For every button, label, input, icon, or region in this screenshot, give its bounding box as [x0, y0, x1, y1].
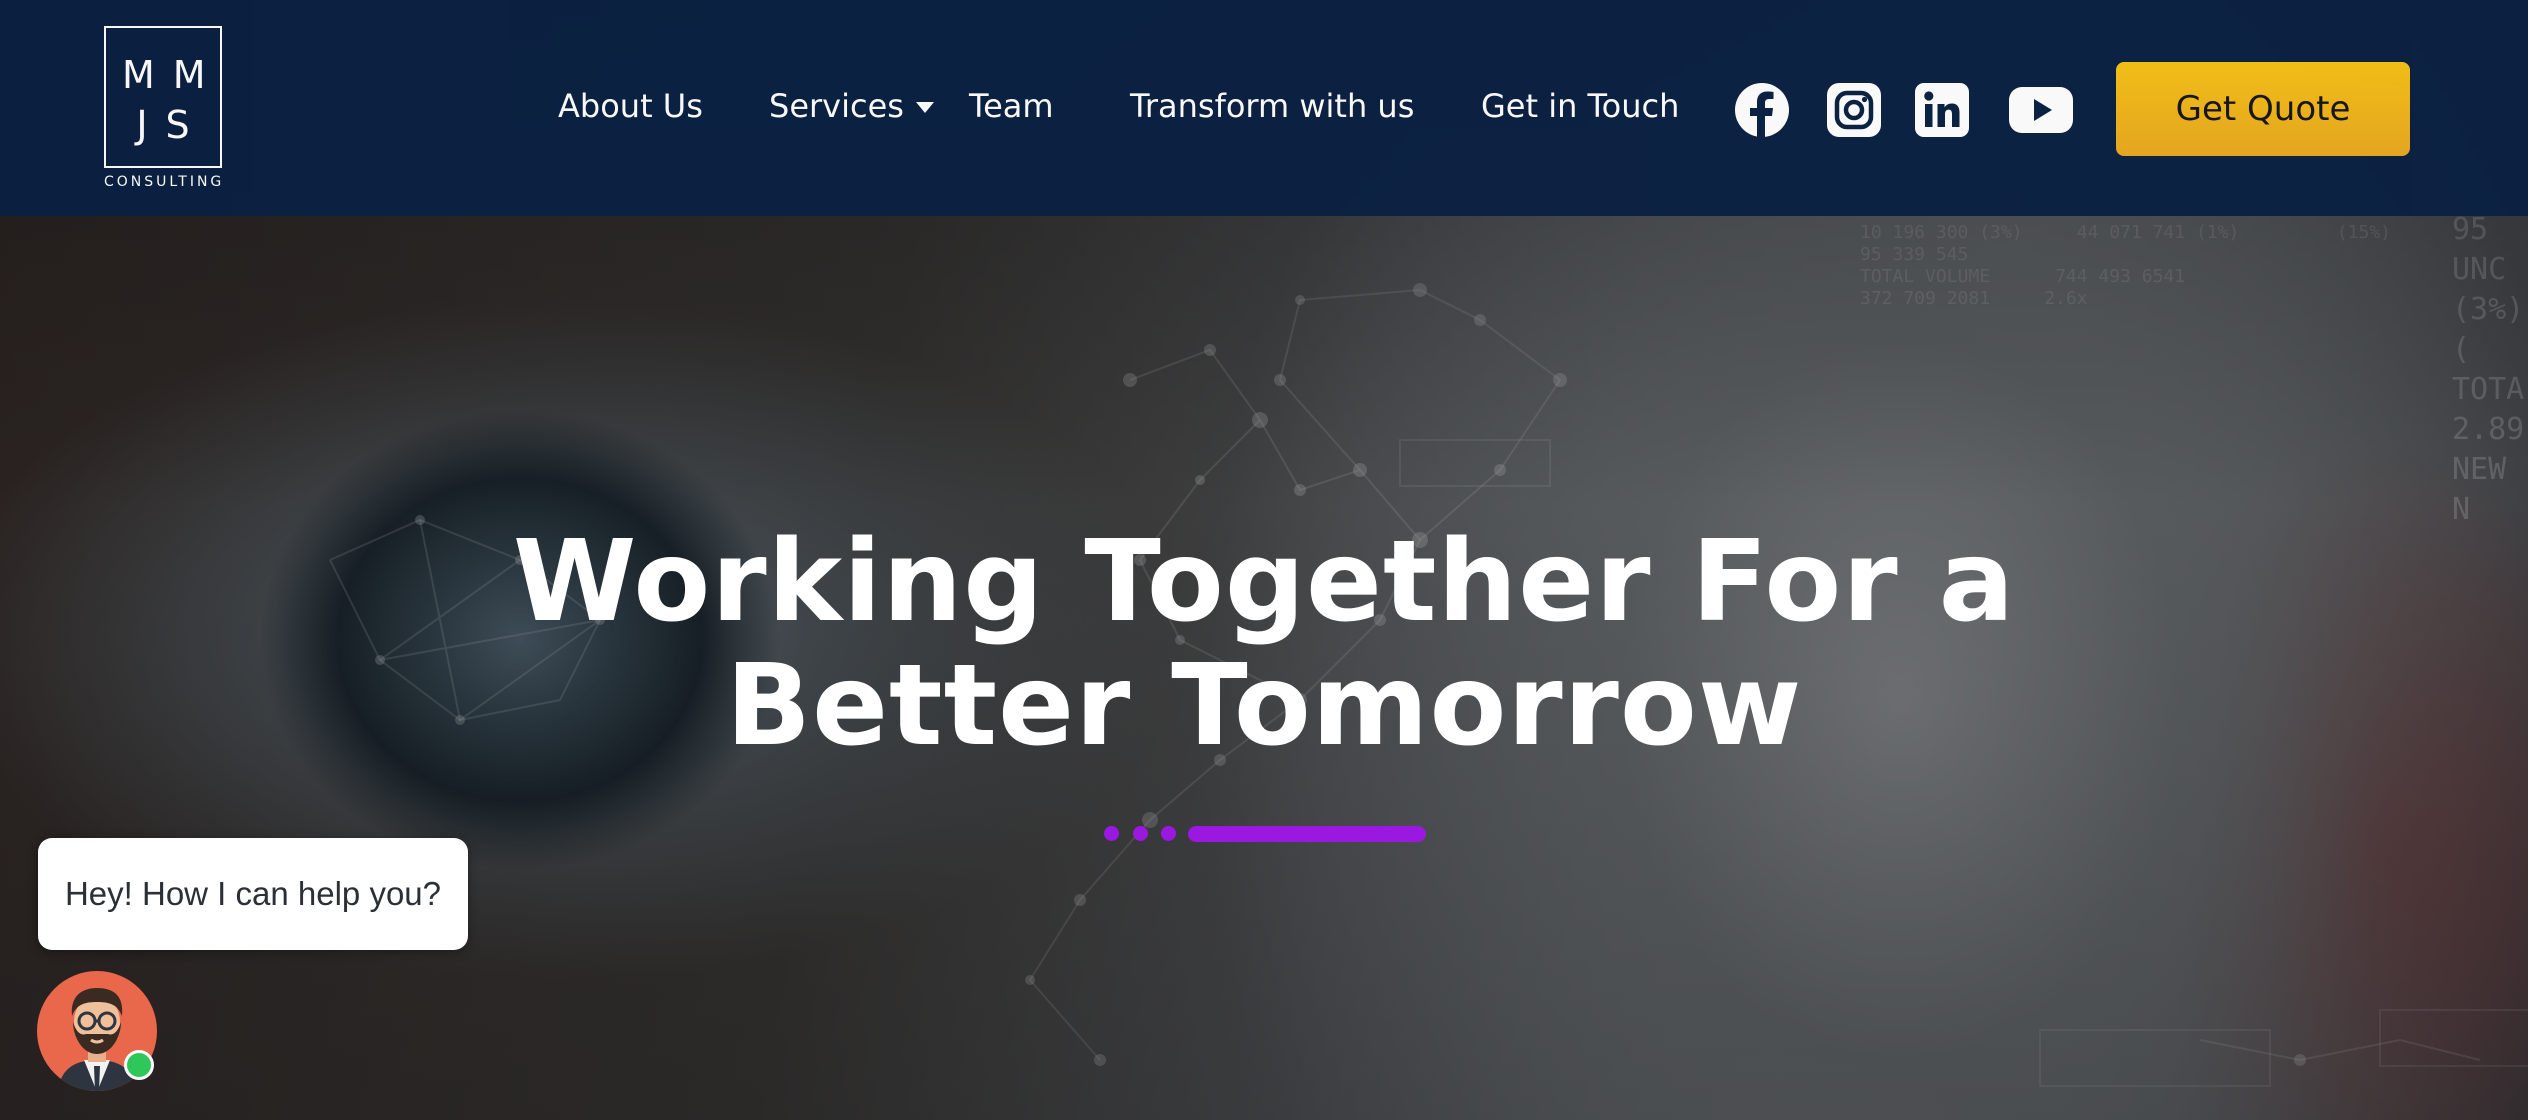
page: 10 196 300 (3%) 44 071 741 (1%) (15%) 95… [0, 0, 2528, 1120]
hero-heading-line-1: Working Together For a [512, 517, 2016, 647]
instagram-icon[interactable] [1826, 82, 1882, 138]
top-navbar: MM JS CONSULTING About Us Services Team … [0, 0, 2528, 216]
linkedin-icon[interactable] [1914, 82, 1970, 138]
divider-dot [1133, 826, 1148, 841]
nav-services[interactable]: Services [769, 84, 904, 128]
nav-get-in-touch[interactable]: Get in Touch [1481, 84, 1679, 128]
divider-dot [1104, 826, 1119, 841]
hero-heading-line-2: Better Tomorrow [725, 641, 1803, 771]
nav-transform-with-us[interactable]: Transform with us [1130, 84, 1414, 128]
logo-line-1: MM [122, 53, 224, 97]
divider-dot [1161, 826, 1176, 841]
online-status-indicator [124, 1050, 154, 1080]
services-dropdown-caret-icon[interactable] [916, 102, 934, 113]
facebook-icon[interactable] [1734, 82, 1790, 138]
get-quote-button[interactable]: Get Quote [2116, 62, 2410, 156]
chat-greeting-bubble[interactable]: Hey! How I can help you? [38, 838, 468, 950]
youtube-icon[interactable] [2008, 82, 2074, 138]
brand-logo[interactable]: MM JS CONSULTING [104, 26, 224, 190]
logo-subtitle: CONSULTING [104, 174, 225, 190]
nav-team[interactable]: Team [969, 84, 1054, 128]
divider-bar [1188, 826, 1426, 842]
logo-line-2: JS [136, 103, 208, 147]
nav-about-us[interactable]: About Us [558, 84, 703, 128]
hero-heading: Working Together For a Better Tomorrow [460, 520, 2068, 768]
